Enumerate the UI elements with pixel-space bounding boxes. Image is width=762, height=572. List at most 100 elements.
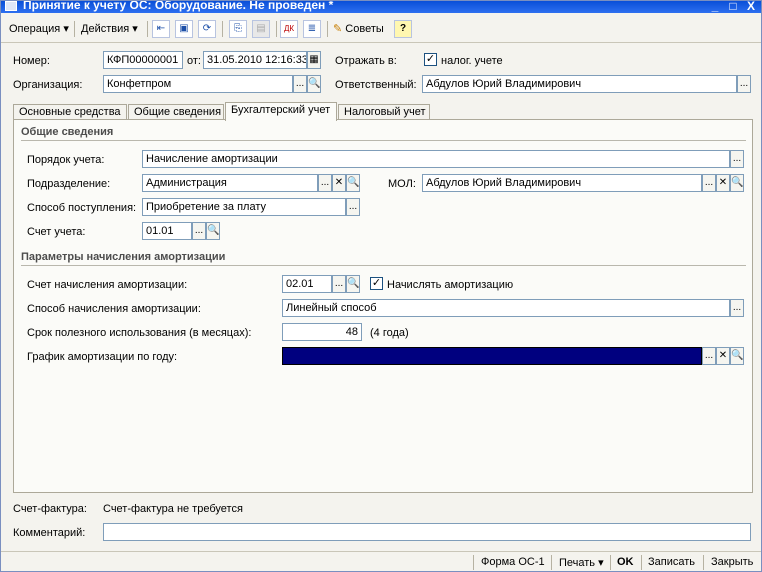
accounting-order-field[interactable]: Начисление амортизации (142, 150, 730, 168)
accounting-panel: Общие сведения Порядок учета: Начисление… (13, 119, 753, 493)
mol-label: МОЛ: (388, 178, 416, 190)
clear-icon[interactable]: ✕ (716, 347, 730, 365)
charge-depreciation-label: Начислять амортизацию (387, 279, 514, 291)
tab-accounting[interactable]: Бухгалтерский учет (225, 102, 337, 121)
form-os1-button[interactable]: Форма ОС-1 (481, 556, 545, 568)
save-button[interactable]: Записать (648, 556, 695, 568)
useful-life-label: Срок полезного использования (в месяцах)… (27, 327, 252, 339)
calendar-icon[interactable]: ▦ (307, 51, 321, 69)
select-button[interactable]: ... (730, 150, 744, 168)
accounting-order-label: Порядок учета: (27, 154, 105, 166)
structure-icon[interactable]: ⎘ (229, 20, 247, 38)
number-field[interactable]: КФП00000001 (103, 51, 183, 69)
status-separator (473, 555, 474, 570)
comment-label: Комментарий: (13, 527, 86, 539)
open-icon[interactable]: 🔍 (346, 275, 360, 293)
depreciation-account-label: Счет начисления амортизации: (27, 279, 188, 291)
group-divider (21, 265, 746, 266)
number-label: Номер: (13, 55, 50, 67)
select-button[interactable]: ... (702, 347, 716, 365)
document-icon (5, 1, 17, 11)
account-label: Счет учета: (27, 226, 86, 238)
account-field[interactable]: 01.01 (142, 222, 192, 240)
open-icon[interactable]: 🔍 (206, 222, 220, 240)
depreciation-schedule-label: График амортизации по году: (27, 351, 178, 363)
depreciation-account-field[interactable]: 02.01 (282, 275, 332, 293)
help-button[interactable]: ? (394, 20, 412, 38)
post-document-icon[interactable]: ▣ (175, 20, 193, 38)
disabled-action-icon: ▤ (252, 20, 270, 38)
date-label: от: (187, 55, 201, 67)
tab-fixed-assets[interactable]: Основные средства (13, 104, 127, 120)
close-button[interactable]: Закрыть (711, 556, 753, 568)
toolbar-separator (222, 21, 223, 37)
debit-credit-icon[interactable]: ДК (280, 20, 298, 38)
open-icon[interactable]: 🔍 (346, 174, 360, 192)
open-icon[interactable]: 🔍 (730, 347, 744, 365)
receipt-method-label: Способ поступления: (27, 202, 137, 214)
invoice-value[interactable]: Счет-фактура не требуется (103, 503, 243, 515)
toolbar: Операция ▾ Действия ▾ ⇤ ▣ ⟳ ⎘ ▤ ДК ≣ ✎ С… (1, 15, 761, 43)
responsible-label: Ответственный: (335, 79, 417, 91)
command-bar: Форма ОС-1 Печать ▾ OK Записать Закрыть (1, 551, 761, 572)
open-icon[interactable]: 🔍 (730, 174, 744, 192)
select-button[interactable]: ... (702, 174, 716, 192)
status-separator (551, 555, 552, 570)
tax-accounting-label: налог. учете (441, 55, 503, 67)
report-icon[interactable]: ≣ (303, 20, 321, 38)
close-window-button[interactable]: X (743, 1, 759, 13)
depreciation-schedule-field[interactable] (282, 347, 702, 365)
depreciation-method-label: Способ начисления амортизации: (27, 303, 201, 315)
group-divider (21, 140, 746, 141)
go-back-icon[interactable]: ⇤ (152, 20, 170, 38)
date-field[interactable]: 31.05.2010 12:16:33 (203, 51, 307, 69)
tab-tax-accounting[interactable]: Налоговый учет (338, 104, 430, 120)
receipt-method-field[interactable]: Приобретение за плату (142, 198, 346, 216)
advice-icon: ✎ (333, 23, 343, 35)
select-button[interactable]: ... (192, 222, 206, 240)
minimize-button[interactable]: _ (707, 1, 723, 13)
select-button[interactable]: ... (737, 75, 751, 93)
maximize-button[interactable]: □ (725, 1, 741, 13)
organization-label: Организация: (13, 79, 83, 91)
select-button[interactable]: ... (730, 299, 744, 317)
select-button[interactable]: ... (293, 75, 307, 93)
print-menu[interactable]: Печать ▾ (559, 556, 604, 569)
status-separator (703, 555, 704, 570)
clear-icon[interactable]: ✕ (716, 174, 730, 192)
window-title: Принятие к учету ОС: Оборудование. Не пр… (23, 1, 334, 12)
advice-button[interactable]: ✎ Советы (333, 21, 384, 39)
document-window: Принятие к учету ОС: Оборудование. Не пр… (0, 0, 762, 572)
operation-menu[interactable]: Операция ▾ (9, 21, 69, 39)
toolbar-separator (147, 21, 148, 37)
depreciation-group-title: Параметры начисления амортизации (21, 251, 226, 263)
actions-menu[interactable]: Действия ▾ (81, 21, 138, 39)
status-separator (641, 555, 642, 570)
depreciation-method-field[interactable]: Линейный способ (282, 299, 730, 317)
organization-field[interactable]: Конфетпром (103, 75, 293, 93)
invoice-label: Счет-фактура: (13, 503, 87, 515)
select-button[interactable]: ... (332, 275, 346, 293)
useful-life-field[interactable]: 48 (282, 323, 362, 341)
mol-field[interactable]: Абдулов Юрий Владимирович (422, 174, 702, 192)
comment-field[interactable] (103, 523, 751, 541)
open-icon[interactable]: 🔍 (307, 75, 321, 93)
ok-button[interactable]: OK (617, 556, 634, 568)
toolbar-separator (276, 21, 277, 37)
refresh-icon[interactable]: ⟳ (198, 20, 216, 38)
clear-icon[interactable]: ✕ (332, 174, 346, 192)
select-button[interactable]: ... (318, 174, 332, 192)
department-field[interactable]: Администрация (142, 174, 318, 192)
title-bar[interactable]: Принятие к учету ОС: Оборудование. Не пр… (1, 1, 761, 13)
department-label: Подразделение: (27, 178, 111, 190)
reflect-label: Отражать в: (335, 55, 397, 67)
tab-general-info[interactable]: Общие сведения (128, 104, 224, 120)
tax-accounting-checkbox[interactable]: ✓ (424, 53, 437, 66)
responsible-field[interactable]: Абдулов Юрий Владимирович (422, 75, 737, 93)
advice-label: Советы (345, 23, 384, 35)
useful-life-note: (4 года) (370, 327, 409, 339)
select-button[interactable]: ... (346, 198, 360, 216)
charge-depreciation-checkbox[interactable]: ✓ (370, 277, 383, 290)
status-separator (610, 555, 611, 570)
toolbar-separator (74, 21, 75, 37)
